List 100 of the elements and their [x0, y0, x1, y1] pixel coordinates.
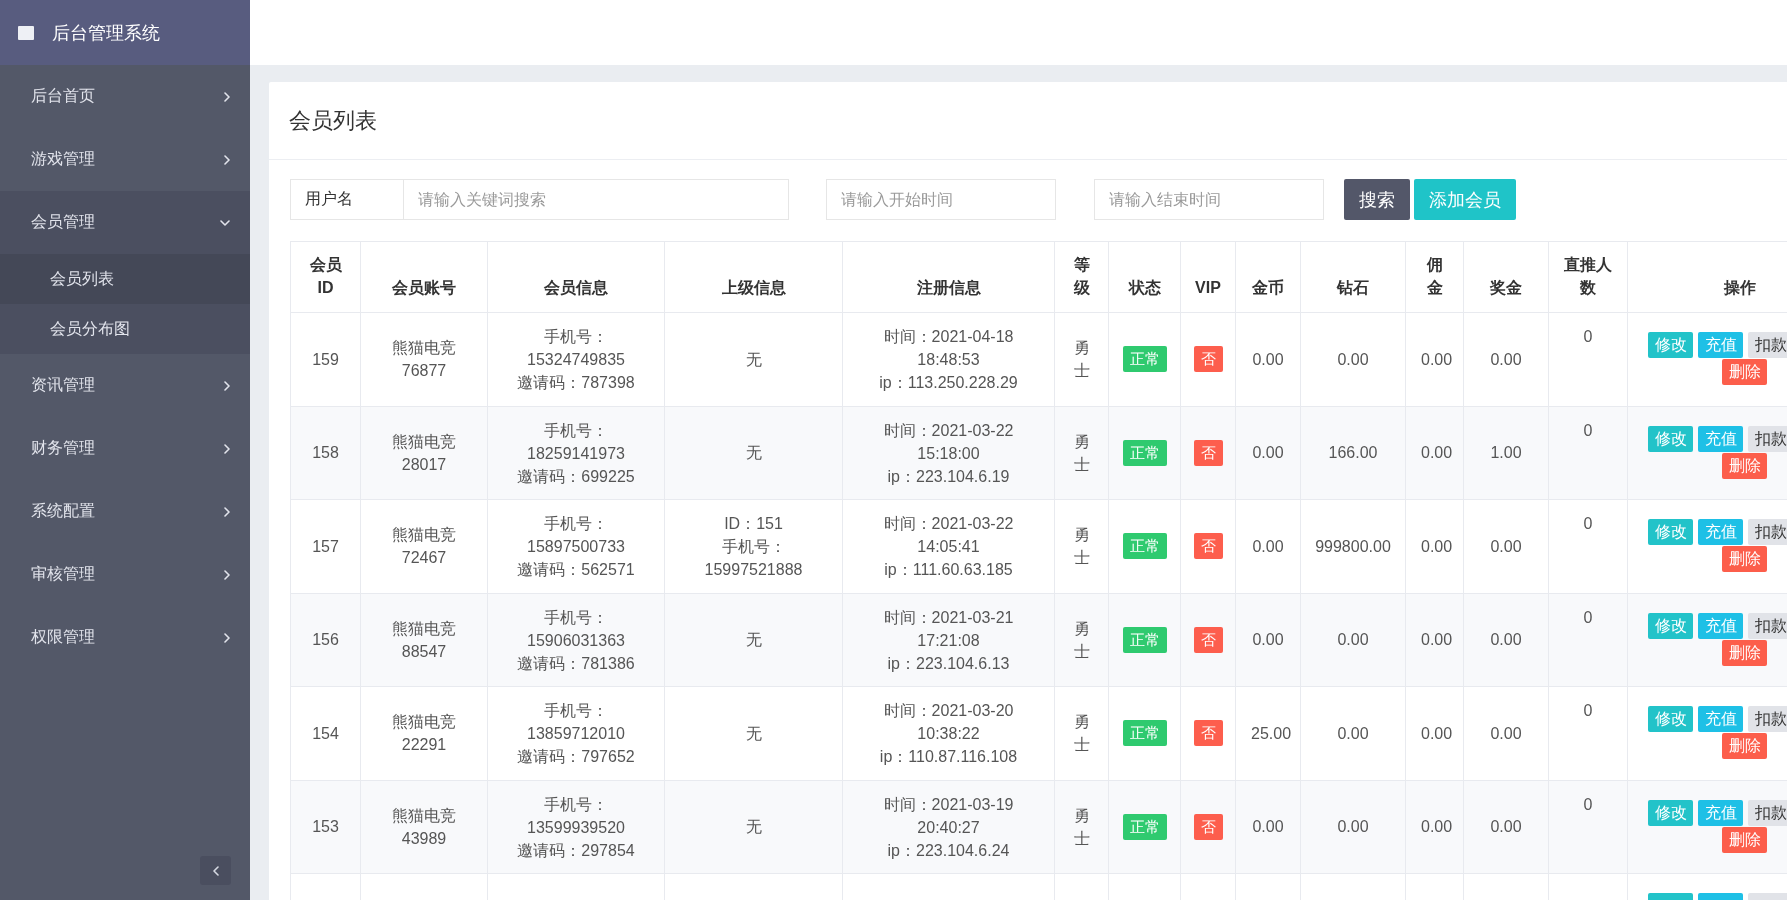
- commission-amount: 0.00: [1421, 350, 1453, 368]
- start-time-input[interactable]: 请输入开始时间: [826, 179, 1056, 220]
- delete-button[interactable]: 删除: [1722, 359, 1767, 385]
- coin-amount: 0.00: [1252, 444, 1284, 462]
- phone-number: 手机号：15897500733: [526, 514, 626, 557]
- bonus-amount: 0.00: [1490, 724, 1522, 742]
- vip-badge: 否: [1193, 720, 1223, 747]
- commission-amount: 0.00: [1421, 537, 1453, 555]
- deduct-button[interactable]: 扣款: [1748, 332, 1787, 358]
- edit-button[interactable]: 修改: [1648, 519, 1693, 545]
- deduct-button[interactable]: 扣款: [1748, 706, 1787, 732]
- edit-button[interactable]: 修改: [1648, 612, 1693, 639]
- deduct-button[interactable]: 扣款: [1748, 612, 1787, 639]
- phone-number: 手机号：13599939520: [526, 794, 626, 838]
- deduct-button[interactable]: 扣款: [1748, 425, 1787, 452]
- delete-button[interactable]: 删除: [1722, 826, 1767, 853]
- bonus-amount: 0.00: [1490, 537, 1522, 555]
- submenu-item[interactable]: 会员分布图: [0, 304, 250, 354]
- menu-item[interactable]: 系统配置: [0, 480, 250, 543]
- column-header: 操作: [1627, 241, 1787, 313]
- status-badge: 正常: [1122, 346, 1167, 373]
- chevron-right-icon: [224, 569, 230, 580]
- member-id: 157: [312, 537, 339, 555]
- referral-count: 0: [1583, 421, 1593, 439]
- edit-button[interactable]: 修改: [1648, 425, 1693, 452]
- chevron-right-icon: [224, 154, 230, 165]
- status-badge: 正常: [1122, 439, 1167, 466]
- column-header: 会员ID: [290, 241, 361, 313]
- ip-address: ip：223.104.6.19: [886, 466, 1011, 487]
- search-button[interactable]: 搜索: [1344, 179, 1410, 220]
- level-text: 勇士: [1073, 525, 1090, 569]
- recharge-button[interactable]: 充值: [1698, 332, 1743, 358]
- chevron-right-icon: [224, 380, 230, 391]
- commission-amount: 0.00: [1421, 818, 1453, 836]
- parent-info: 无: [744, 723, 763, 744]
- ip-address: ip：110.87.116.108: [878, 747, 1019, 767]
- account-name: 熊猫电竞22291: [392, 713, 456, 754]
- collapse-button[interactable]: [200, 856, 231, 885]
- column-header: 会员账号: [360, 241, 488, 313]
- invite-code: 邀请码：787398: [516, 373, 636, 393]
- coin-amount: 0.00: [1252, 631, 1284, 649]
- recharge-button[interactable]: 充值: [1698, 612, 1743, 639]
- member-id: 154: [312, 724, 339, 742]
- menu-item[interactable]: 审核管理: [0, 543, 250, 606]
- field-label: 用户名: [290, 179, 404, 220]
- invite-code: 邀请码：297854: [516, 840, 636, 861]
- diamond-amount: 999800.00: [1315, 537, 1391, 555]
- delete-button[interactable]: 删除: [1722, 452, 1767, 479]
- level-text: 勇士: [1073, 338, 1090, 382]
- diamond-amount: 0.00: [1337, 818, 1369, 836]
- ip-address: ip：223.104.6.13: [886, 653, 1011, 674]
- diamond-amount: 166.00: [1328, 444, 1378, 462]
- parent-info: 无: [744, 443, 763, 464]
- column-header: 等级: [1054, 241, 1109, 313]
- end-time-input[interactable]: 请输入结束时间: [1094, 179, 1324, 220]
- menu-item[interactable]: 会员管理: [0, 191, 250, 254]
- submenu-item[interactable]: 会员列表: [0, 254, 250, 304]
- status-badge: 正常: [1122, 813, 1167, 840]
- bonus-amount: 0.00: [1490, 631, 1522, 649]
- edit-button[interactable]: 修改: [1648, 799, 1693, 826]
- delete-button[interactable]: 删除: [1722, 546, 1767, 572]
- ip-address: ip：113.250.228.29: [878, 373, 1019, 393]
- column-header: 状态: [1108, 241, 1181, 313]
- column-header: 会员信息: [487, 241, 665, 313]
- keyword-input[interactable]: 请输入关键词搜索: [404, 179, 789, 220]
- delete-button[interactable]: 删除: [1722, 733, 1767, 759]
- diamond-amount: 0.00: [1337, 724, 1369, 742]
- menu-item[interactable]: 后台首页: [0, 65, 250, 128]
- phone-number: 手机号：15324749835: [526, 327, 626, 370]
- commission-amount: 0.00: [1421, 724, 1453, 742]
- menu-item[interactable]: 权限管理: [0, 606, 250, 669]
- vip-badge: 否: [1193, 346, 1223, 373]
- app-title: 后台管理系统: [52, 21, 160, 45]
- referral-count: 0: [1583, 515, 1593, 532]
- deduct-button[interactable]: 扣款: [1748, 799, 1787, 826]
- chevron-right-icon: [224, 506, 230, 517]
- bonus-amount: 0.00: [1490, 350, 1522, 368]
- status-badge: 正常: [1122, 533, 1167, 560]
- account-name: 熊猫电竞88547: [392, 619, 456, 660]
- commission-amount: 0.00: [1421, 444, 1453, 462]
- edit-button[interactable]: 修改: [1648, 706, 1693, 732]
- deduct-button[interactable]: 扣款: [1748, 519, 1787, 545]
- parent-info: ID：151: [723, 513, 784, 534]
- referral-count: 0: [1583, 702, 1593, 719]
- column-header: 奖金: [1463, 241, 1549, 313]
- recharge-button[interactable]: 充值: [1698, 706, 1743, 732]
- card-title: 会员列表: [289, 106, 377, 135]
- menu-item[interactable]: 资讯管理: [0, 354, 250, 417]
- recharge-button[interactable]: 充值: [1698, 425, 1743, 452]
- bonus-amount: 0.00: [1490, 818, 1522, 836]
- recharge-button[interactable]: 充值: [1698, 799, 1743, 826]
- column-header: 直推人数: [1548, 241, 1628, 313]
- menu-item[interactable]: 财务管理: [0, 417, 250, 480]
- menu-item[interactable]: 游戏管理: [0, 128, 250, 191]
- recharge-button[interactable]: 充值: [1698, 519, 1743, 545]
- delete-button[interactable]: 删除: [1722, 639, 1767, 666]
- edit-button[interactable]: 修改: [1648, 332, 1693, 358]
- member-id: 159: [312, 350, 339, 368]
- invite-code: 邀请码：781386: [516, 653, 636, 674]
- add-member-button[interactable]: 添加会员: [1414, 179, 1516, 220]
